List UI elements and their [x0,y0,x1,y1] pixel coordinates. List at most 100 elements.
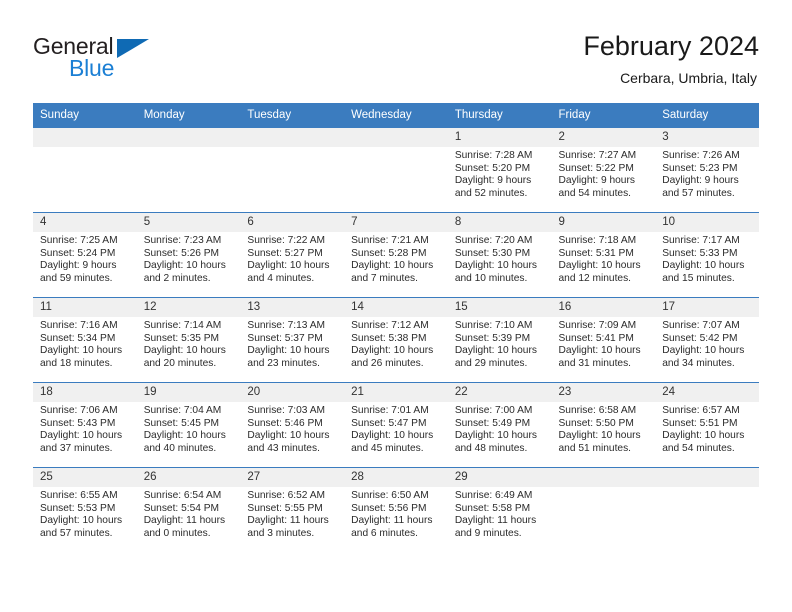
calendar-page: General Blue February 2024 Cerbara, Umbr… [0,0,792,612]
day-cell[interactable]: 26 Sunrise: 6:54 AM Sunset: 5:54 PM Dayligh… [136,467,241,552]
daylight-text-line1: Daylight: 10 hours [454,260,537,272]
day-cell[interactable]: 25 Sunrise: 6:55 AM Sunset: 5:53 PM Dayligh… [33,467,137,552]
day-number [33,128,137,147]
day-cell[interactable]: 6 Sunrise: 7:22 AM Sunset: 5:27 PM Daylight… [240,212,345,298]
sunrise-text: Sunrise: 6:58 AM [558,405,637,416]
day-cell[interactable]: 2 Sunrise: 7:27 AM Sunset: 5:22 PM Daylight… [551,127,656,213]
day-details: Sunrise: 7:22 AM Sunset: 5:27 PM Daylight:… [240,232,344,285]
daylight-text-line1: Daylight: 11 hours [351,515,433,527]
day-cell[interactable]: 7 Sunrise: 7:21 AM Sunset: 5:28 PM Daylight… [344,212,448,298]
daylight-text-line2: and 48 minutes. [454,442,528,454]
day-number: 21 [344,383,448,402]
day-cell[interactable]: 21 Sunrise: 7:01 AM Sunset: 5:47 PM Dayligh… [344,382,448,468]
daylight-text-line2: and 10 minutes. [454,272,528,284]
day-details: Sunrise: 7:09 AM Sunset: 5:41 PM Daylight:… [552,317,656,370]
day-details: Sunrise: 7:26 AM Sunset: 5:23 PM Daylight:… [655,147,759,200]
day-cell[interactable] [551,467,656,552]
day-cell[interactable]: 5 Sunrise: 7:23 AM Sunset: 5:26 PM Daylight… [136,212,241,298]
daylight-text-line1: Daylight: 10 hours [454,345,537,357]
day-cell[interactable]: 19 Sunrise: 7:04 AM Sunset: 5:45 PM Dayligh… [136,382,241,468]
sunrise-text: Sunrise: 7:00 AM [454,405,533,416]
day-cell[interactable]: 9 Sunrise: 7:18 AM Sunset: 5:31 PM Daylight… [551,212,656,298]
weekday-thursday: Thursday [447,103,552,128]
blue-triangle-icon [117,39,149,58]
daylight-text-line1: Daylight: 10 hours [143,260,226,272]
day-cell[interactable] [136,127,241,213]
sunrise-text: Sunrise: 7:04 AM [143,405,222,416]
day-details: Sunrise: 6:57 AM Sunset: 5:51 PM Daylight:… [655,402,759,455]
day-cell[interactable]: 28 Sunrise: 6:50 AM Sunset: 5:56 PM Dayligh… [344,467,448,552]
daylight-text-line1: Daylight: 10 hours [558,345,641,357]
sunrise-text: Sunrise: 7:23 AM [143,235,222,246]
day-number: 28 [344,468,448,487]
day-cell[interactable]: 20 Sunrise: 7:03 AM Sunset: 5:46 PM Dayligh… [240,382,345,468]
daylight-text-line1: Daylight: 9 hours [454,175,532,187]
daylight-text-line2: and 57 minutes. [40,527,113,539]
day-cell[interactable]: 4 Sunrise: 7:25 AM Sunset: 5:24 PM Daylight… [33,212,137,298]
day-details: Sunrise: 7:10 AM Sunset: 5:39 PM Daylight:… [448,317,552,370]
day-number: 18 [33,383,137,402]
day-cell[interactable]: 18 Sunrise: 7:06 AM Sunset: 5:43 PM Dayligh… [33,382,137,468]
daylight-text-line1: Daylight: 10 hours [351,430,434,442]
day-number: 12 [136,298,241,317]
daylight-text-line1: Daylight: 10 hours [40,515,123,527]
calendar-body: 1 Sunrise: 7:28 AM Sunset: 5:20 PM Daylight… [33,127,759,552]
day-cell[interactable]: 1 Sunrise: 7:28 AM Sunset: 5:20 PM Daylight… [447,127,552,213]
day-cell[interactable]: 29 Sunrise: 6:49 AM Sunset: 5:58 PM Dayligh… [447,467,552,552]
day-details: Sunrise: 7:28 AM Sunset: 5:20 PM Daylight:… [448,147,552,200]
day-cell[interactable]: 13 Sunrise: 7:13 AM Sunset: 5:37 PM Dayligh… [240,297,345,383]
day-cell[interactable]: 27 Sunrise: 6:52 AM Sunset: 5:55 PM Dayligh… [240,467,345,552]
sunset-text: Sunset: 5:55 PM [247,502,323,514]
day-cell[interactable]: 12 Sunrise: 7:14 AM Sunset: 5:35 PM Dayligh… [136,297,241,383]
week-row: 25 Sunrise: 6:55 AM Sunset: 5:53 PM Dayligh… [33,467,759,552]
sunrise-text: Sunrise: 6:57 AM [662,405,740,416]
day-cell[interactable]: 24 Sunrise: 6:57 AM Sunset: 5:51 PM Dayligh… [655,382,759,468]
sunrise-text: Sunrise: 7:03 AM [247,405,325,416]
daylight-text-line2: and 37 minutes. [40,442,113,454]
sunrise-text: Sunrise: 7:06 AM [40,405,118,416]
day-number: 16 [551,298,656,317]
day-cell[interactable]: 17 Sunrise: 7:07 AM Sunset: 5:42 PM Dayligh… [655,297,759,383]
day-number: 2 [551,128,656,147]
day-cell[interactable] [240,127,345,213]
page-header: General Blue February 2024 Cerbara, Umbr… [33,30,759,100]
day-cell[interactable]: 22 Sunrise: 7:00 AM Sunset: 5:49 PM Dayligh… [447,382,552,468]
day-details: Sunrise: 7:04 AM Sunset: 5:45 PM Daylight:… [137,402,241,455]
day-details: Sunrise: 7:03 AM Sunset: 5:46 PM Daylight:… [240,402,344,455]
sunrise-text: Sunrise: 6:49 AM [454,490,533,501]
sunset-text: Sunset: 5:34 PM [40,332,116,344]
day-cell[interactable]: 10 Sunrise: 7:17 AM Sunset: 5:33 PM Dayligh… [655,212,759,298]
title-block: February 2024 Cerbara, Umbria, Italy [583,30,759,88]
day-cell[interactable]: 3 Sunrise: 7:26 AM Sunset: 5:23 PM Daylight… [655,127,759,213]
daylight-text-line1: Daylight: 10 hours [40,345,123,357]
sunrise-text: Sunrise: 6:54 AM [143,490,222,501]
day-details: Sunrise: 7:20 AM Sunset: 5:30 PM Daylight:… [448,232,552,285]
day-details: Sunrise: 6:58 AM Sunset: 5:50 PM Daylight:… [552,402,656,455]
day-details: Sunrise: 7:21 AM Sunset: 5:28 PM Daylight:… [344,232,448,285]
day-number: 24 [655,383,759,402]
day-cell[interactable]: 16 Sunrise: 7:09 AM Sunset: 5:41 PM Dayligh… [551,297,656,383]
daylight-text-line1: Daylight: 11 hours [247,515,329,527]
daylight-text-line2: and 54 minutes. [558,187,632,199]
day-cell[interactable] [344,127,448,213]
sunrise-text: Sunrise: 7:25 AM [40,235,118,246]
sunset-text: Sunset: 5:39 PM [454,332,531,344]
day-cell[interactable]: 11 Sunrise: 7:16 AM Sunset: 5:34 PM Dayligh… [33,297,137,383]
day-number: 9 [551,213,656,232]
daylight-text-line1: Daylight: 9 hours [40,260,117,272]
day-cell[interactable]: 15 Sunrise: 7:10 AM Sunset: 5:39 PM Dayligh… [447,297,552,383]
day-details: Sunrise: 7:07 AM Sunset: 5:42 PM Daylight:… [655,317,759,370]
daylight-text-line2: and 0 minutes. [143,527,211,539]
day-details: Sunrise: 7:17 AM Sunset: 5:33 PM Daylight:… [655,232,759,285]
day-cell[interactable]: 8 Sunrise: 7:20 AM Sunset: 5:30 PM Daylight… [447,212,552,298]
day-details: Sunrise: 7:16 AM Sunset: 5:34 PM Daylight:… [33,317,137,370]
daylight-text-line1: Daylight: 10 hours [247,260,330,272]
day-cell[interactable] [33,127,137,213]
sunset-text: Sunset: 5:23 PM [662,162,738,174]
day-cell[interactable]: 23 Sunrise: 6:58 AM Sunset: 5:50 PM Dayligh… [551,382,656,468]
day-cell[interactable] [655,467,759,552]
daylight-text-line2: and 52 minutes. [454,187,528,199]
calendar-grid: Sunday Monday Tuesday Wednesday Thursday… [33,103,759,552]
daylight-text-line2: and 34 minutes. [662,357,735,369]
day-cell[interactable]: 14 Sunrise: 7:12 AM Sunset: 5:38 PM Dayligh… [344,297,448,383]
